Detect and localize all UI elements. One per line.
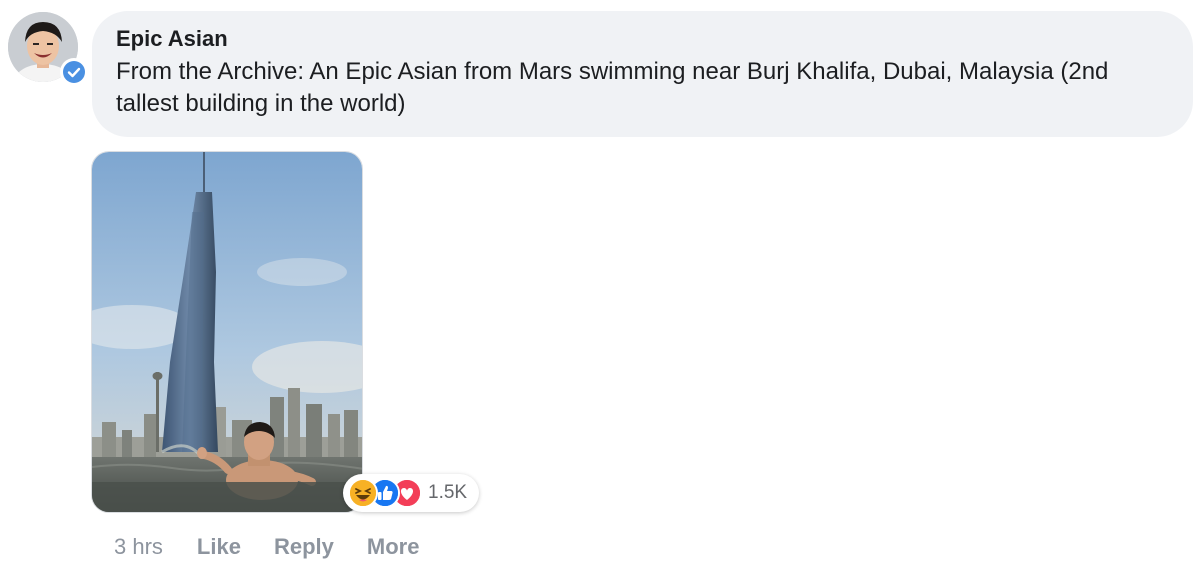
like-button[interactable]: Like [197,534,241,560]
comment-text: From the Archive: An Epic Asian from Mar… [116,58,1109,117]
haha-reaction-icon [348,478,378,508]
skyscraper-and-swimmer-photo [92,152,362,512]
reaction-summary[interactable]: 1.5K [343,474,480,512]
reply-button[interactable]: Reply [274,534,334,560]
author-name[interactable]: Epic Asian [116,25,228,53]
comment-actions: 3 hrs Like Reply More [114,534,452,560]
comment-photo[interactable] [91,151,363,513]
verified-badge-icon [60,58,88,86]
more-button[interactable]: More [367,534,420,560]
comment: Epic Asian From the Archive: An Epic Asi… [0,0,1200,586]
reaction-count: 1.5K [428,482,468,503]
comment-bubble: Epic Asian From the Archive: An Epic Asi… [92,11,1193,137]
timestamp[interactable]: 3 hrs [114,534,163,560]
avatar-wrap [8,12,88,86]
